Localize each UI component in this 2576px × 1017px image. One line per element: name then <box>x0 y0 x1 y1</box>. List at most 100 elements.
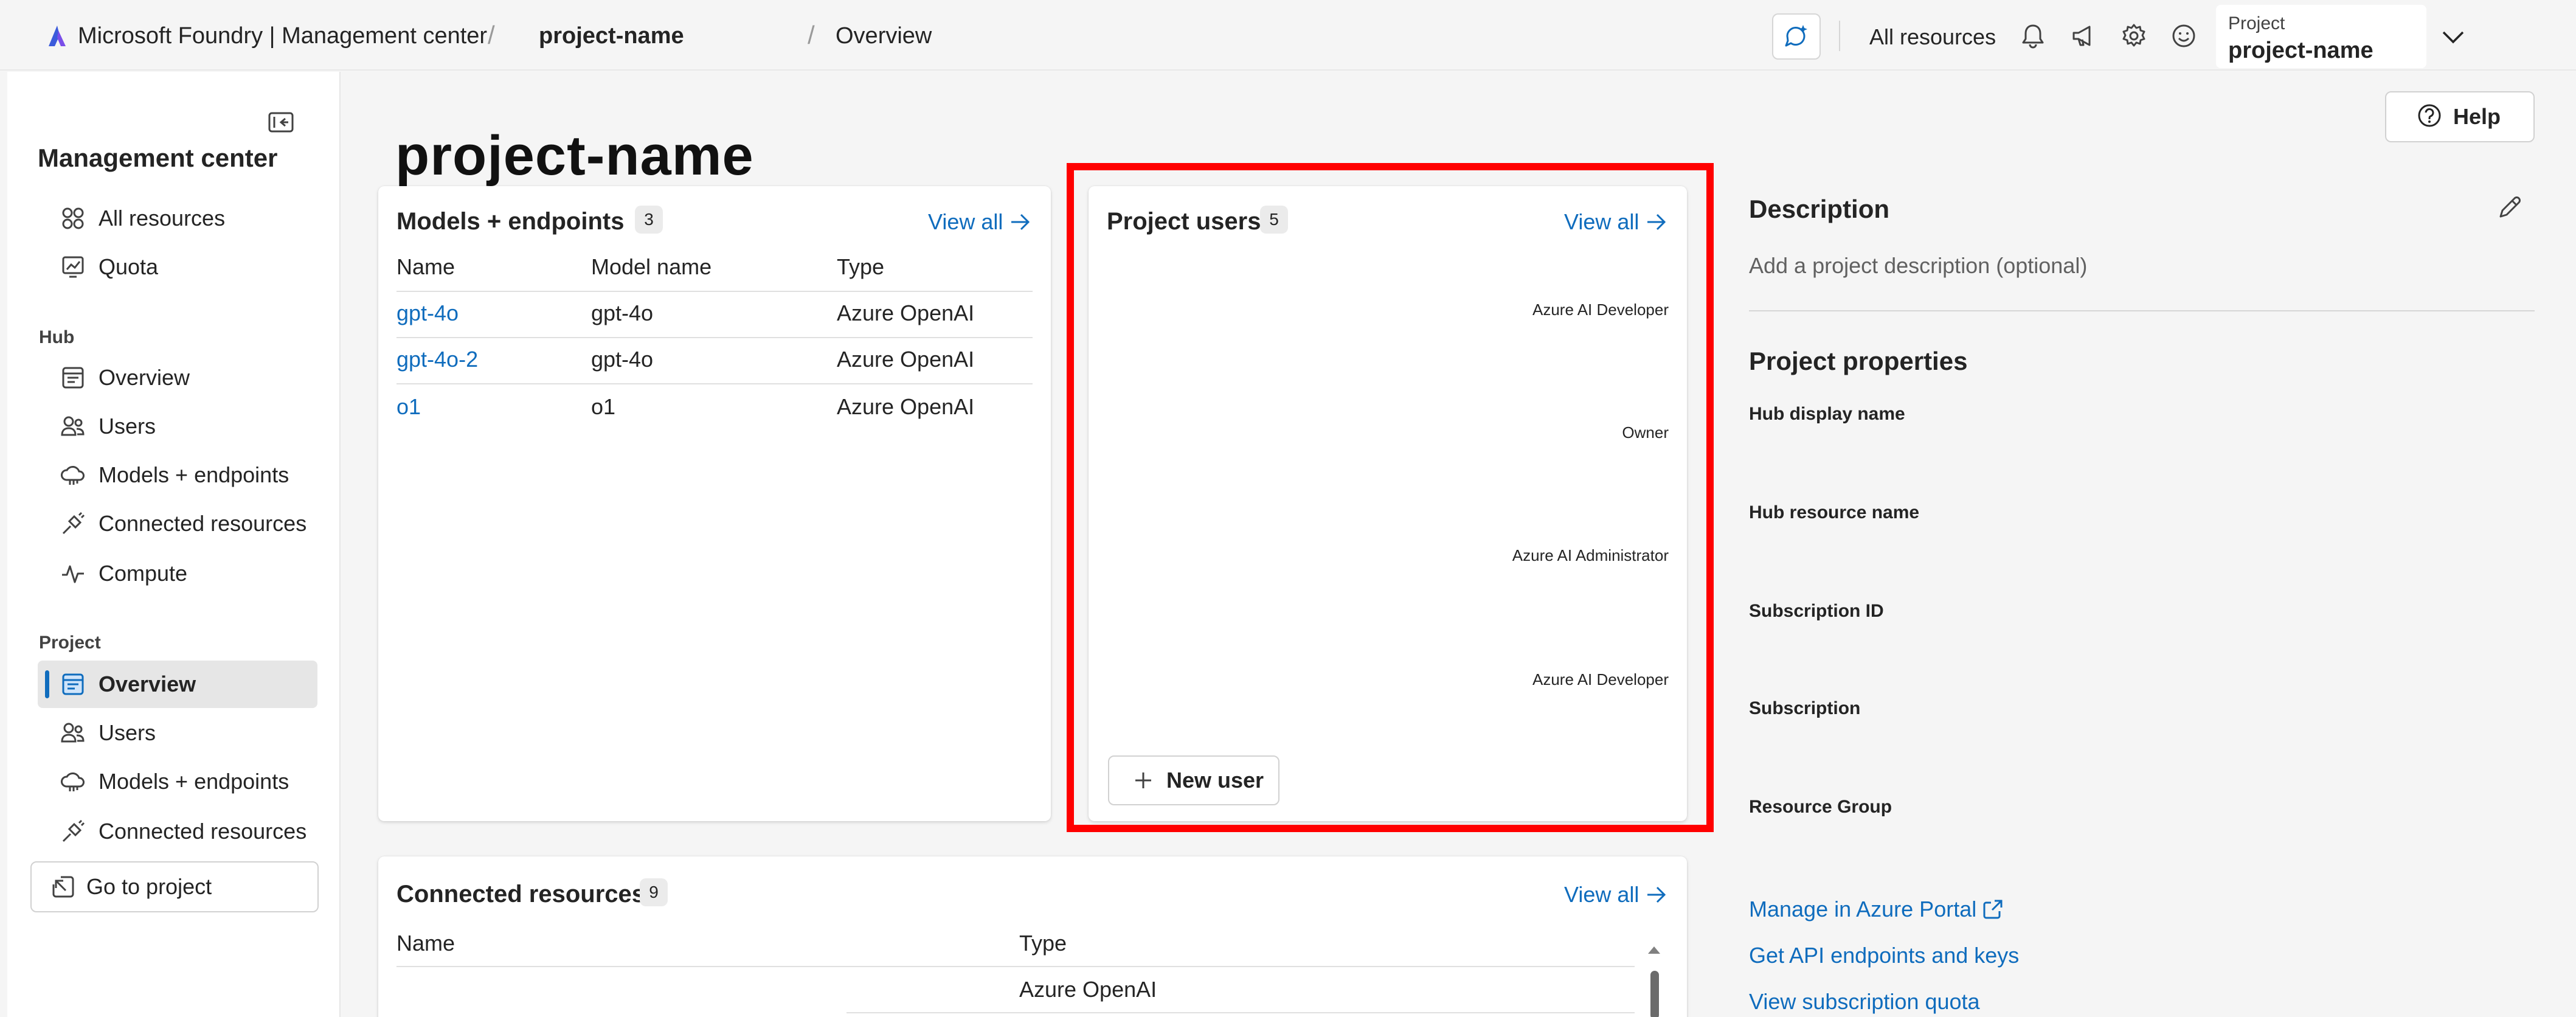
nav-section-hub: Hub <box>39 327 75 347</box>
plug-icon <box>58 509 88 538</box>
table-scrollbar[interactable] <box>1644 935 1664 1017</box>
go-to-project-button[interactable]: Go to project <box>30 861 319 912</box>
sidebar-item-label: Models + endpoints <box>99 462 289 487</box>
user-role-label: Azure AI Developer <box>1532 670 1669 689</box>
sidebar-item-label: Quota <box>99 254 159 279</box>
sidebar-item-label: Overview <box>99 365 190 390</box>
model-name-link[interactable]: gpt-4o-2 <box>396 347 478 372</box>
user-role-label: Azure AI Administrator <box>1512 546 1669 564</box>
card-title: Project users <box>1107 208 1261 235</box>
sidebar-item-label: Users <box>99 720 156 745</box>
collapse-panel-icon <box>268 112 294 133</box>
count-badge: 9 <box>640 878 668 906</box>
announcements-megaphone-icon[interactable] <box>2070 22 2098 50</box>
app-title[interactable]: Microsoft Foundry | Management center <box>78 23 487 49</box>
plus-icon <box>1135 772 1151 788</box>
foundry-logo-icon <box>45 24 69 49</box>
help-button[interactable]: Help <box>2385 91 2535 142</box>
nav-title: Management center <box>38 144 278 172</box>
property-label: Hub resource name <box>1749 502 1920 522</box>
plug-icon <box>58 817 88 846</box>
sidebar-item-project-users[interactable]: Users <box>38 709 317 757</box>
count-badge: 3 <box>635 206 663 234</box>
view-subscription-quota-link[interactable]: View subscription quota <box>1749 989 1980 1015</box>
breadcrumb-separator: / <box>488 21 495 49</box>
sidebar-item-label: Compute <box>99 561 188 586</box>
arrow-right-icon <box>1647 886 1666 903</box>
model-name-link[interactable]: gpt-4o <box>396 300 459 326</box>
manage-in-azure-portal-link[interactable]: Manage in Azure Portal <box>1749 897 2003 922</box>
property-label: Subscription <box>1749 698 1861 718</box>
collapse-nav-button[interactable] <box>264 108 298 136</box>
column-header[interactable]: Type <box>1019 931 1067 956</box>
overview-icon <box>58 363 88 392</box>
view-all-models-link[interactable]: View all <box>928 209 1031 235</box>
sidebar-item-label: Connected resources <box>99 819 307 844</box>
feedback-smiley-icon[interactable] <box>2170 22 2198 50</box>
users-icon <box>58 718 88 748</box>
breadcrumb-page[interactable]: Overview <box>836 23 932 49</box>
card-title: Connected resources <box>396 881 646 908</box>
count-badge: 5 <box>1260 206 1288 234</box>
breadcrumb-project[interactable]: project-name <box>539 23 684 49</box>
copilot-icon <box>1785 25 1807 47</box>
sidebar-item-hub-compute[interactable]: Compute <box>38 550 317 597</box>
all-resources-link[interactable]: All resources <box>1869 24 1996 50</box>
sidebar-item-hub-models[interactable]: Models + endpoints <box>38 451 317 499</box>
new-user-label: New user <box>1166 768 1264 793</box>
table-divider <box>396 291 1033 292</box>
users-icon <box>58 412 88 441</box>
property-label: Hub display name <box>1749 404 1905 424</box>
go-to-project-label: Go to project <box>86 874 212 899</box>
view-all-users-link[interactable]: View all <box>1564 209 1667 235</box>
sidebar-item-project-models[interactable]: Models + endpoints <box>38 758 317 805</box>
model-name-link[interactable]: o1 <box>396 394 421 420</box>
sidebar-item-all-resources[interactable]: All resources <box>38 195 317 242</box>
sidebar-item-label: Models + endpoints <box>99 769 289 794</box>
view-all-label: View all <box>928 209 1003 234</box>
breadcrumb-separator: / <box>808 21 815 49</box>
sidebar-item-hub-users[interactable]: Users <box>38 403 317 450</box>
project-users-card: Project users 5 View all Azure AI Develo… <box>1089 186 1687 821</box>
connected-resources-card: Connected resources 9 View all Name Type… <box>378 856 1687 1017</box>
new-user-button[interactable]: New user <box>1108 755 1279 805</box>
quota-icon <box>58 252 88 282</box>
edit-pencil-icon[interactable] <box>2496 195 2522 221</box>
notifications-bell-icon[interactable] <box>2019 22 2047 50</box>
apps-icon <box>58 204 88 233</box>
api-endpoints-keys-link[interactable]: Get API endpoints and keys <box>1749 943 2019 968</box>
cloud-icon <box>58 767 88 796</box>
connected-type-cell: Azure OpenAI <box>1019 977 1157 1002</box>
project-selector[interactable]: Project project-name <box>2216 5 2464 68</box>
model-cell: gpt-4o <box>591 347 654 372</box>
column-header[interactable]: Name <box>396 254 455 280</box>
table-divider <box>847 1012 1635 1013</box>
page-title: project-name <box>395 125 754 187</box>
view-all-connected-link[interactable]: View all <box>1564 882 1667 908</box>
model-cell: o1 <box>591 394 616 419</box>
link-label: Get API endpoints and keys <box>1749 943 2020 968</box>
column-header[interactable]: Model name <box>591 254 712 280</box>
project-selector-value: project-name <box>2228 38 2373 63</box>
copilot-button[interactable] <box>1772 13 1821 60</box>
arrow-right-icon <box>1647 213 1666 231</box>
table-divider <box>396 966 1635 967</box>
sidebar-item-hub-connected[interactable]: Connected resources <box>38 500 317 547</box>
sidebar-item-label: Users <box>99 414 156 439</box>
models-endpoints-card: Models + endpoints 3 View all Name Model… <box>378 186 1051 821</box>
sidebar-item-project-connected[interactable]: Connected resources <box>38 808 317 855</box>
sidebar-item-project-overview[interactable]: Overview <box>38 661 317 708</box>
column-header[interactable]: Type <box>837 254 884 280</box>
column-header[interactable]: Name <box>396 931 455 956</box>
user-role-label: Azure AI Developer <box>1532 300 1669 319</box>
description-placeholder[interactable]: Add a project description (optional) <box>1749 253 2087 279</box>
table-divider <box>396 337 1033 338</box>
settings-gear-icon[interactable] <box>2120 22 2148 50</box>
view-all-label: View all <box>1564 882 1639 907</box>
arrow-right-icon <box>1011 213 1030 231</box>
help-label: Help <box>2453 104 2501 129</box>
toolbar-divider <box>1839 21 1840 51</box>
sidebar-item-quota[interactable]: Quota <box>38 243 317 291</box>
sidebar-item-hub-overview[interactable]: Overview <box>38 354 317 401</box>
left-navigation: Management center All resources Quota Hu… <box>7 72 341 1017</box>
